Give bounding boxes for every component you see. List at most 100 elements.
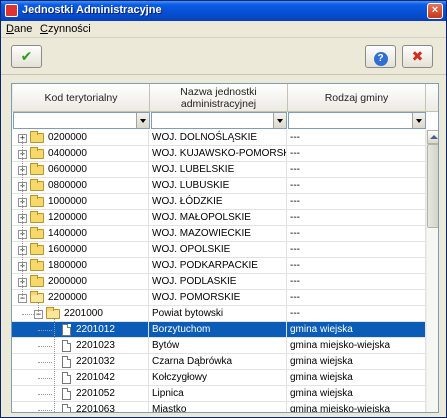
cell-type: ---	[288, 242, 426, 258]
cell-name: WOJ. LUBELSKIE	[150, 162, 287, 178]
table-row[interactable]: 2201032 Czarna Dąbrówka gmina wiejska	[12, 354, 426, 370]
folder-icon	[30, 243, 44, 255]
table-row[interactable]: 2201042 Kołczygłowy gmina wiejska	[12, 370, 426, 386]
table-row[interactable]: +1400000 WOJ. MAZOWIECKIE ---	[12, 226, 426, 242]
menu-bar: Dane Czynności	[1, 21, 446, 38]
cell-name: Powiat bytowski	[150, 306, 287, 322]
cell-code: −2201000	[12, 306, 149, 322]
tree-connector	[38, 330, 52, 331]
column-header-type[interactable]: Rodzaj gminy	[288, 84, 426, 112]
territorial-code: 0800000	[48, 180, 87, 191]
cell-code: +2000000	[12, 274, 149, 290]
territorial-code: 1800000	[48, 260, 87, 271]
territorial-code: 0600000	[48, 164, 87, 175]
cancel-button[interactable]: ✖	[402, 45, 433, 68]
filter-dropdown-button[interactable]	[412, 113, 425, 128]
territorial-code: 1600000	[48, 244, 87, 255]
filter-name[interactable]	[151, 112, 287, 129]
tree-connector	[38, 378, 52, 379]
filter-code[interactable]	[13, 112, 150, 129]
cell-name: WOJ. ŁÓDZKIE	[150, 194, 287, 210]
document-icon	[62, 340, 71, 352]
scroll-up-button[interactable]	[427, 130, 438, 144]
cell-code: 2201012	[12, 322, 149, 338]
help-button[interactable]: ?	[365, 45, 396, 68]
cell-name: Kołczygłowy	[150, 370, 287, 386]
cell-code: 2201063	[12, 402, 149, 413]
menu-czynnosci[interactable]: Czynności	[40, 23, 91, 35]
menu-dane[interactable]: Dane	[6, 23, 32, 35]
folder-icon	[30, 131, 44, 143]
territorial-code: 2200000	[48, 292, 87, 303]
table-row[interactable]: 2201023 Bytów gmina miejsko-wiejska	[12, 338, 426, 354]
cell-type: ---	[288, 194, 426, 210]
cell-name: WOJ. KUJAWSKO-POMORSKIE	[150, 146, 287, 162]
table-row[interactable]: +0400000 WOJ. KUJAWSKO-POMORSKIE ---	[12, 146, 426, 162]
territorial-code: 1400000	[48, 228, 87, 239]
cell-type: gmina wiejska	[288, 370, 426, 386]
territorial-code: 2201012	[76, 324, 115, 335]
cell-type: ---	[288, 130, 426, 146]
document-icon	[62, 404, 71, 412]
close-button[interactable]: ×	[427, 3, 443, 19]
table-row[interactable]: +1000000 WOJ. ŁÓDZKIE ---	[12, 194, 426, 210]
folder-open-icon	[30, 291, 44, 303]
tree-connector	[38, 302, 39, 314]
cell-code: +1000000	[12, 194, 149, 210]
folder-icon	[30, 163, 44, 175]
menu-label-rest: ane	[13, 23, 33, 35]
table-row[interactable]: +0600000 WOJ. LUBELSKIE ---	[12, 162, 426, 178]
cell-type: ---	[288, 146, 426, 162]
title-bar[interactable]: Jednostki Administracyjne ×	[1, 1, 446, 21]
table-row[interactable]: +1600000 WOJ. OPOLSKIE ---	[12, 242, 426, 258]
cell-code: 2201032	[12, 354, 149, 370]
table-row[interactable]: +0200000 WOJ. DOLNOŚLĄSKIE ---	[12, 130, 426, 146]
ok-button[interactable]: ✔	[11, 45, 42, 68]
folder-icon	[30, 227, 44, 239]
cell-type: ---	[288, 162, 426, 178]
territorial-code: 2201052	[76, 388, 115, 399]
table-row[interactable]: 2201012 Borzytuchom gmina wiejska	[12, 322, 426, 338]
menu-label-rest: zynności	[47, 23, 91, 35]
cell-type: ---	[288, 226, 426, 242]
folder-icon	[30, 179, 44, 191]
cell-type: gmina wiejska	[288, 322, 426, 338]
cell-type: gmina wiejska	[288, 354, 426, 370]
column-header-name[interactable]: Nazwa jednostki administracyjnej	[150, 84, 288, 112]
column-header-code[interactable]: Kod terytorialny	[13, 84, 150, 112]
tree-connector	[38, 362, 52, 363]
menu-mnemonic: D	[6, 23, 14, 35]
table-row[interactable]: +1800000 WOJ. PODKARPACKIE ---	[12, 258, 426, 274]
filter-type[interactable]	[288, 112, 426, 129]
app-icon	[5, 4, 18, 17]
territorial-code: 2201063	[76, 404, 115, 413]
table-row[interactable]: +1200000 WOJ. MAŁOPOLSKIE ---	[12, 210, 426, 226]
table-row[interactable]: −2201000 Powiat bytowski ---	[12, 306, 426, 322]
folder-open-icon	[46, 307, 60, 319]
cell-code: +1600000	[12, 242, 149, 258]
table-row[interactable]: 2201063 Miastko gmina miejsko-wiejska	[12, 402, 426, 413]
cell-name: Borzytuchom	[150, 322, 287, 338]
cell-type: gmina wiejska	[288, 386, 426, 402]
cell-code: +1400000	[12, 226, 149, 242]
cell-code: +0600000	[12, 162, 149, 178]
table-row[interactable]: −2200000 WOJ. POMORSKIE ---	[12, 290, 426, 306]
territorial-code: 2201023	[76, 340, 115, 351]
tree-rows: +0200000 WOJ. DOLNOŚLĄSKIE --- +0400000 WOJ.…	[12, 130, 426, 413]
filter-dropdown-button[interactable]	[273, 113, 286, 128]
cell-name: WOJ. MAZOWIECKIE	[150, 226, 287, 242]
cell-code: +1800000	[12, 258, 149, 274]
cell-type: ---	[288, 210, 426, 226]
cell-name: Lipnica	[150, 386, 287, 402]
vertical-scrollbar[interactable]	[426, 130, 438, 412]
scroll-thumb[interactable]	[427, 144, 438, 228]
check-icon: ✔	[20, 48, 33, 64]
table-row[interactable]: +2000000 WOJ. PODLASKIE ---	[12, 274, 426, 290]
document-icon	[62, 324, 71, 336]
cell-name: Miastko	[150, 402, 287, 412]
table-row[interactable]: +0800000 WOJ. LUBUSKIE ---	[12, 178, 426, 194]
table-row[interactable]: 2201052 Lipnica gmina wiejska	[12, 386, 426, 402]
filter-dropdown-button[interactable]	[136, 113, 149, 128]
cell-code: −2200000	[12, 290, 149, 306]
close-icon: ×	[431, 4, 439, 16]
